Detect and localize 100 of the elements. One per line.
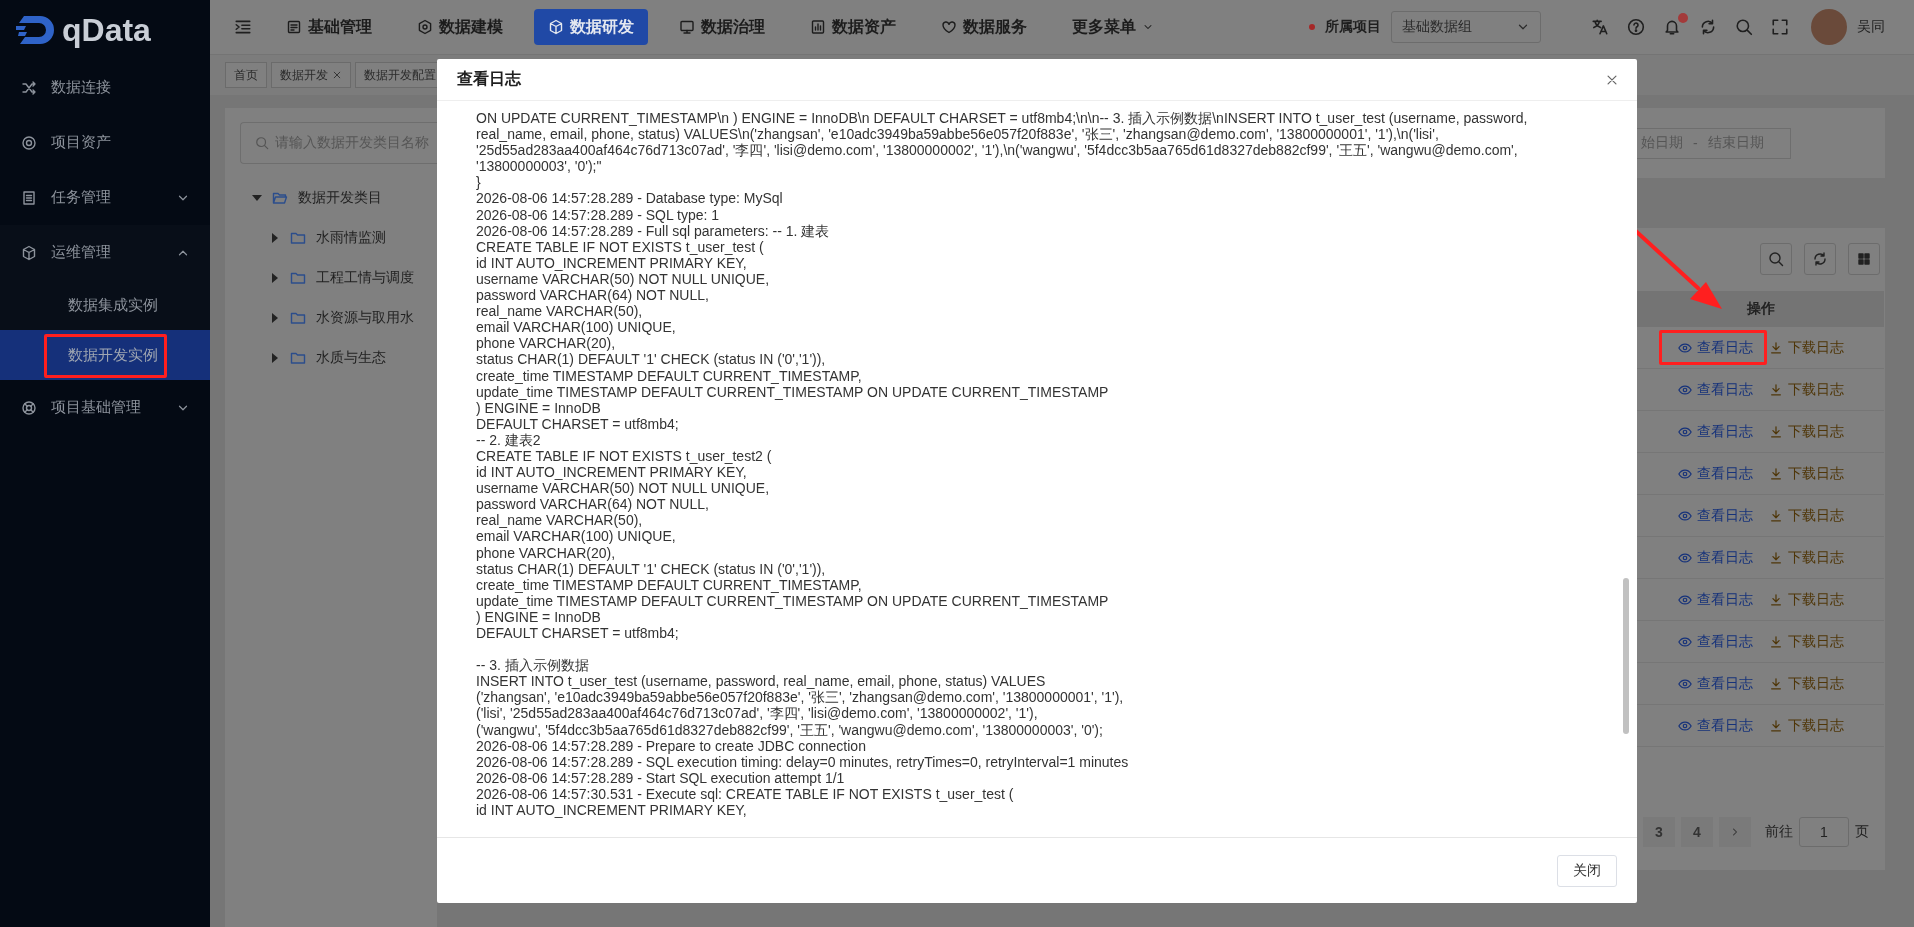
view-log-link[interactable]: 查看日志 [1677,590,1753,609]
sidebar-subitem[interactable]: 数据集成实例 [0,280,210,330]
view-log-link[interactable]: 查看日志 [1677,422,1753,441]
cube-icon [548,19,564,35]
download-log-link[interactable]: 下载日志 [1768,380,1844,399]
log-line: id INT AUTO_INCREMENT PRIMARY KEY, [476,802,748,819]
log-line: real_name, email, phone, status) VALUES\n('zhangsan', 'e10adc3949ba59abbe56e057f20f883e', '张三', 'zhangsan@demo.com', '13800000001', '1'),\n('lisi', [476,126,1440,143]
log-line: ('lisi', '25d55ad283aa400af464c76d713c07ad', '李四', 'lisi@demo.com', '13800000002', '1'), [476,705,1039,722]
download-log-link[interactable]: 下载日志 [1768,548,1844,567]
menu-fold-icon[interactable] [234,18,252,36]
view-log-link[interactable]: 查看日志 [1677,548,1753,567]
nav-tab[interactable]: 数据研发 [534,9,648,45]
nav-tab[interactable]: 更多菜单 [1058,9,1168,45]
page-input[interactable]: 1 [1799,817,1849,847]
list-icon [21,189,37,206]
download-log-link[interactable]: 下载日志 [1768,632,1844,651]
log-line: email VARCHAR(100) UNIQUE, [476,319,677,336]
log-line: username VARCHAR(50) NOT NULL UNIQUE, [476,270,771,288]
sidebar-item[interactable]: 项目资产 [0,115,210,170]
tree-node[interactable]: 工程工情与调度 [240,258,437,298]
view-log-link[interactable]: 查看日志 [1677,380,1753,399]
translate-icon[interactable] [1591,18,1609,36]
view-log-link[interactable]: 查看日志 [1677,506,1753,525]
download-log-link[interactable]: 下载日志 [1768,422,1844,441]
log-line: username VARCHAR(50) NOT NULL UNIQUE, [476,480,771,497]
log-line: '25d55ad283aa400af464c76d713c07ad', '李四', 'lisi@demo.com', '13800000002', '1'),\n('wangwu', '5f4dcc3b5aa765d61d8327deb882cf99', '王五', 'wangwu@demo.com', [476,142,1519,159]
page-tab[interactable]: 数据开发 [271,62,351,88]
tree-node[interactable]: 水雨情监测 [240,218,437,258]
tree-node[interactable]: 水资源与取用水 [240,298,437,338]
log-line: DEFAULT CHARSET = utf8mb4; [476,415,680,432]
bar-chart-icon [810,19,826,35]
help-icon[interactable] [1627,18,1645,36]
columns-button[interactable] [1848,243,1880,275]
sidebar-subitem[interactable]: 数据开发实例 [0,330,210,380]
project-select[interactable]: 基础数据组 [1391,11,1541,43]
download-icon [1768,718,1783,733]
download-log-link[interactable]: 下载日志 [1768,716,1844,735]
folder-icon [290,310,306,326]
nav-tab[interactable]: 数据服务 [927,9,1041,45]
lifebuoy-icon [21,399,37,416]
download-log-link[interactable]: 下载日志 [1768,338,1844,357]
caret-icon[interactable] [270,353,280,363]
view-log-link[interactable]: 查看日志 [1677,464,1753,483]
log-line: ('wangwu', '5f4dcc3b5aa765d61d8327deb882cf99', '王五', 'wangwu@demo.com', '13800000003', '0'); [476,721,1104,738]
download-icon [1768,508,1783,523]
nav-tab[interactable]: 数据建模 [403,9,517,45]
eye-icon [1677,340,1692,355]
tree-node[interactable]: 数据开发类目 [240,178,437,218]
download-icon [1768,466,1783,481]
nav-tab[interactable]: 基础管理 [272,9,386,45]
field-label: 所属项目 [1325,18,1381,36]
caret-icon[interactable] [270,273,280,283]
refresh-button[interactable] [1804,243,1836,275]
close-icon[interactable] [332,70,342,80]
log-line: ON UPDATE CURRENT_TIMESTAMP\n ) ENGINE = InnoDB\n DEFAULT CHARSET = utf8mb4;\n\n-- 3. 插入示例数据\nINSERT INTO t_user_test (username, password, [476,110,1529,127]
caret-icon[interactable] [252,193,262,203]
download-log-link[interactable]: 下载日志 [1768,464,1844,483]
log-line: id INT AUTO_INCREMENT PRIMARY KEY, [476,464,748,481]
sidebar-item[interactable]: 任务管理 [0,170,210,225]
view-log-link[interactable]: 查看日志 [1677,674,1753,693]
download-log-link[interactable]: 下载日志 [1768,674,1844,693]
refresh-icon[interactable] [1699,18,1717,36]
view-log-link[interactable]: 查看日志 [1677,338,1753,357]
log-line: email VARCHAR(100) UNIQUE, [476,528,677,545]
bell-icon[interactable] [1663,18,1681,36]
download-log-link[interactable]: 下载日志 [1768,590,1844,609]
page-tab[interactable]: 首页 [225,62,267,88]
page-button[interactable]: 3 [1643,817,1675,847]
close-button[interactable]: 关闭 [1557,854,1617,887]
log-line: update_time TIMESTAMP DEFAULT CURRENT_TIMESTAMP ON UPDATE CURRENT_TIMESTAMP [476,383,1110,400]
scrollbar-thumb[interactable] [1623,578,1629,734]
log-line: 2026-08-06 14:57:28.289 - SQL type: 1 [476,206,721,223]
hexagon-icon [417,19,433,35]
sidebar-item[interactable]: 运维管理 [0,225,210,280]
caret-icon[interactable] [270,233,280,243]
tree-node[interactable]: 水质与生态 [240,338,437,378]
eye-icon [1677,676,1692,691]
search-icon[interactable] [1735,18,1753,36]
page-button[interactable]: 4 [1681,817,1713,847]
log-line: INSERT INTO t_user_test (username, password, real_name, email, phone, status) VALUES [476,673,1047,690]
logo-icon [16,13,56,47]
nav-tab[interactable]: 数据资产 [796,9,910,45]
view-log-link[interactable]: 查看日志 [1677,632,1753,651]
logo-text: qData [62,11,151,49]
download-icon [1768,382,1783,397]
download-log-link[interactable]: 下载日志 [1768,506,1844,525]
folder-icon [290,230,306,246]
refresh-icon [1812,251,1828,267]
log-line: password VARCHAR(64) NOT NULL, [476,287,710,304]
view-log-link[interactable]: 查看日志 [1677,716,1753,735]
caret-icon[interactable] [270,313,280,323]
page-suffix: 页 [1855,823,1869,841]
fullscreen-icon[interactable] [1771,18,1789,36]
sidebar-item[interactable]: 项目基础管理 [0,380,210,435]
dialog-title: 查看日志 [457,69,521,89]
download-icon [1768,340,1783,355]
search-button[interactable] [1760,243,1792,275]
nav-tab[interactable]: 数据治理 [665,9,779,45]
shuffle-icon [21,79,37,96]
sidebar-item[interactable]: 数据连接 [0,60,210,115]
